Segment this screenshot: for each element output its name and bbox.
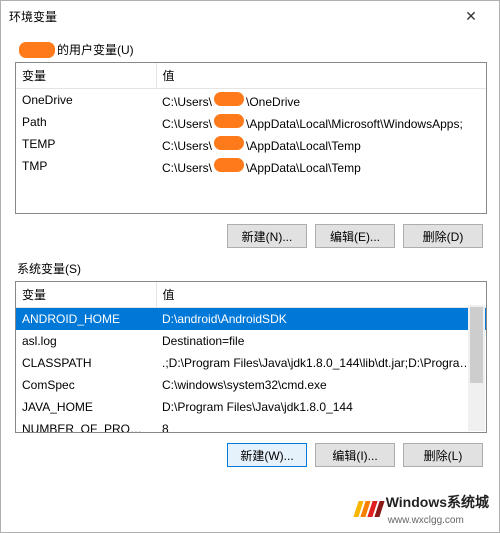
titlebar: 环境变量 ✕ xyxy=(1,1,499,31)
col-header-value[interactable]: 值 xyxy=(156,282,486,308)
table-row[interactable]: TMPC:\Users\\AppData\Local\Temp xyxy=(16,155,486,177)
table-row[interactable]: asl.logDestination=file xyxy=(16,330,486,352)
censor-mark xyxy=(214,158,244,172)
cell-var-name: ANDROID_HOME xyxy=(16,308,156,331)
cell-var-name: ComSpec xyxy=(16,374,156,396)
cell-var-name: OneDrive xyxy=(16,89,156,112)
cell-var-name: JAVA_HOME xyxy=(16,396,156,418)
cell-var-value: C:\windows\system32\cmd.exe xyxy=(156,374,486,396)
user-vars-buttons: 新建(N)... 编辑(E)... 删除(D) xyxy=(15,224,483,248)
censor-mark xyxy=(214,136,244,150)
system-vars-label: 系统变量(S) xyxy=(17,260,487,277)
cell-var-value: C:\Users\\AppData\Local\Temp xyxy=(156,155,486,177)
user-delete-button[interactable]: 删除(D) xyxy=(403,224,483,248)
table-row[interactable]: CLASSPATH.;D:\Program Files\Java\jdk1.8.… xyxy=(16,352,486,374)
scrollbar-thumb[interactable] xyxy=(470,307,483,383)
cell-var-name: CLASSPATH xyxy=(16,352,156,374)
cell-var-name: Path xyxy=(16,111,156,133)
cell-var-value: .;D:\Program Files\Java\jdk1.8.0_144\lib… xyxy=(156,352,486,374)
cell-var-name: TEMP xyxy=(16,133,156,155)
watermark: Windows系统城 www.wxclgg.com xyxy=(356,492,489,526)
watermark-bars-icon xyxy=(353,501,384,517)
user-edit-button[interactable]: 编辑(E)... xyxy=(315,224,395,248)
user-vars-label: 的用户变量(U) xyxy=(17,41,487,58)
watermark-url: www.wxclgg.com xyxy=(388,515,464,526)
close-button[interactable]: ✕ xyxy=(451,2,491,30)
system-new-button[interactable]: 新建(W)... xyxy=(227,443,307,467)
col-header-name[interactable]: 变量 xyxy=(16,282,156,308)
cell-var-name: TMP xyxy=(16,155,156,177)
cell-var-name: NUMBER_OF_PROCESSORS xyxy=(16,418,156,433)
censor-mark xyxy=(214,92,244,106)
censor-mark xyxy=(214,114,244,128)
table-row[interactable]: TEMPC:\Users\\AppData\Local\Temp xyxy=(16,133,486,155)
table-row[interactable]: ComSpecC:\windows\system32\cmd.exe xyxy=(16,374,486,396)
table-row[interactable]: ANDROID_HOMED:\android\AndroidSDK xyxy=(16,308,486,331)
cell-var-value: 8 xyxy=(156,418,486,433)
table-row[interactable]: PathC:\Users\\AppData\Local\Microsoft\Wi… xyxy=(16,111,486,133)
window-title: 环境变量 xyxy=(9,8,451,25)
table-header-row: 变量 值 xyxy=(16,63,486,89)
scrollbar[interactable] xyxy=(468,305,485,431)
cell-var-value: C:\Users\\AppData\Local\Microsoft\Window… xyxy=(156,111,486,133)
cell-var-value: C:\Users\\AppData\Local\Temp xyxy=(156,133,486,155)
table-header-row: 变量 值 xyxy=(16,282,486,308)
system-delete-button[interactable]: 删除(L) xyxy=(403,443,483,467)
user-new-button[interactable]: 新建(N)... xyxy=(227,224,307,248)
table-row[interactable]: NUMBER_OF_PROCESSORS8 xyxy=(16,418,486,433)
system-vars-table[interactable]: 变量 值 ANDROID_HOMED:\android\AndroidSDKas… xyxy=(15,281,487,433)
watermark-text: Windows系统城 xyxy=(386,494,489,510)
cell-var-value: D:\android\AndroidSDK xyxy=(156,308,486,331)
system-vars-buttons: 新建(W)... 编辑(I)... 删除(L) xyxy=(15,443,483,467)
dialog-body: 的用户变量(U) 变量 值 OneDriveC:\Users\\OneDrive… xyxy=(1,31,499,467)
cell-var-name: asl.log xyxy=(16,330,156,352)
system-edit-button[interactable]: 编辑(I)... xyxy=(315,443,395,467)
censor-mark xyxy=(19,42,55,58)
table-row[interactable]: OneDriveC:\Users\\OneDrive xyxy=(16,89,486,112)
col-header-name[interactable]: 变量 xyxy=(16,63,156,89)
cell-var-value: C:\Users\\OneDrive xyxy=(156,89,486,112)
cell-var-value: Destination=file xyxy=(156,330,486,352)
cell-var-value: D:\Program Files\Java\jdk1.8.0_144 xyxy=(156,396,486,418)
user-vars-table[interactable]: 变量 值 OneDriveC:\Users\\OneDrivePathC:\Us… xyxy=(15,62,487,214)
table-row[interactable]: JAVA_HOMED:\Program Files\Java\jdk1.8.0_… xyxy=(16,396,486,418)
close-icon: ✕ xyxy=(465,8,477,25)
col-header-value[interactable]: 值 xyxy=(156,63,486,89)
env-vars-dialog: 环境变量 ✕ 的用户变量(U) 变量 值 OneDriveC:\Users\\O… xyxy=(0,0,500,533)
